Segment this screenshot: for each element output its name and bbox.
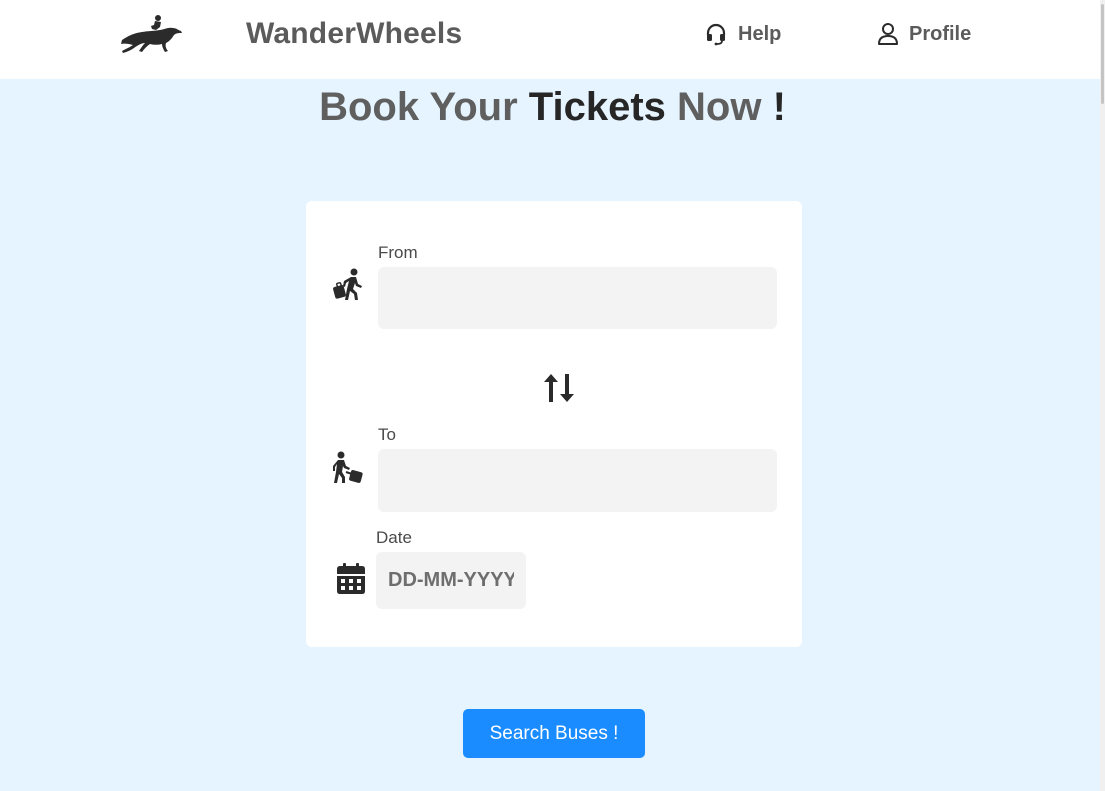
- swap-arrows-icon[interactable]: [542, 371, 576, 405]
- horse-rider-icon: [121, 15, 182, 53]
- to-input[interactable]: [378, 449, 777, 512]
- booking-card: From To Date DD-MM-YYYY: [306, 201, 802, 647]
- page: WanderWheels Help Profile Book Your Tick…: [0, 0, 1105, 791]
- from-input[interactable]: [378, 267, 777, 329]
- scrollbar[interactable]: [1100, 0, 1105, 791]
- person-walking-arrow-luggage-icon: [333, 451, 363, 483]
- nav-profile-link[interactable]: Profile: [877, 22, 971, 46]
- person-walking-luggage-icon: [333, 268, 362, 300]
- user-icon: [878, 23, 898, 45]
- title-part-exclamation: !: [772, 85, 786, 129]
- scrollbar-thumb[interactable]: [1101, 4, 1104, 104]
- headset-icon: [706, 23, 726, 46]
- top-navbar: WanderWheels Help Profile: [0, 0, 1105, 79]
- brand-name[interactable]: WanderWheels: [246, 17, 462, 51]
- date-label: Date: [376, 528, 412, 547]
- search-buses-button[interactable]: Search Buses !: [463, 709, 645, 758]
- page-title: Book Your Tickets Now !: [0, 85, 1105, 130]
- from-label: From: [378, 243, 418, 262]
- nav-help-link[interactable]: Help: [704, 22, 781, 46]
- to-label: To: [378, 425, 396, 444]
- nav-help-label: Help: [738, 22, 782, 45]
- calendar-icon: [337, 563, 365, 594]
- title-part-book-your: Book Your: [319, 85, 529, 129]
- nav-profile-label: Profile: [909, 22, 972, 45]
- title-part-tickets: Tickets: [528, 85, 666, 129]
- date-input[interactable]: [376, 552, 526, 609]
- title-part-now: Now: [665, 85, 773, 129]
